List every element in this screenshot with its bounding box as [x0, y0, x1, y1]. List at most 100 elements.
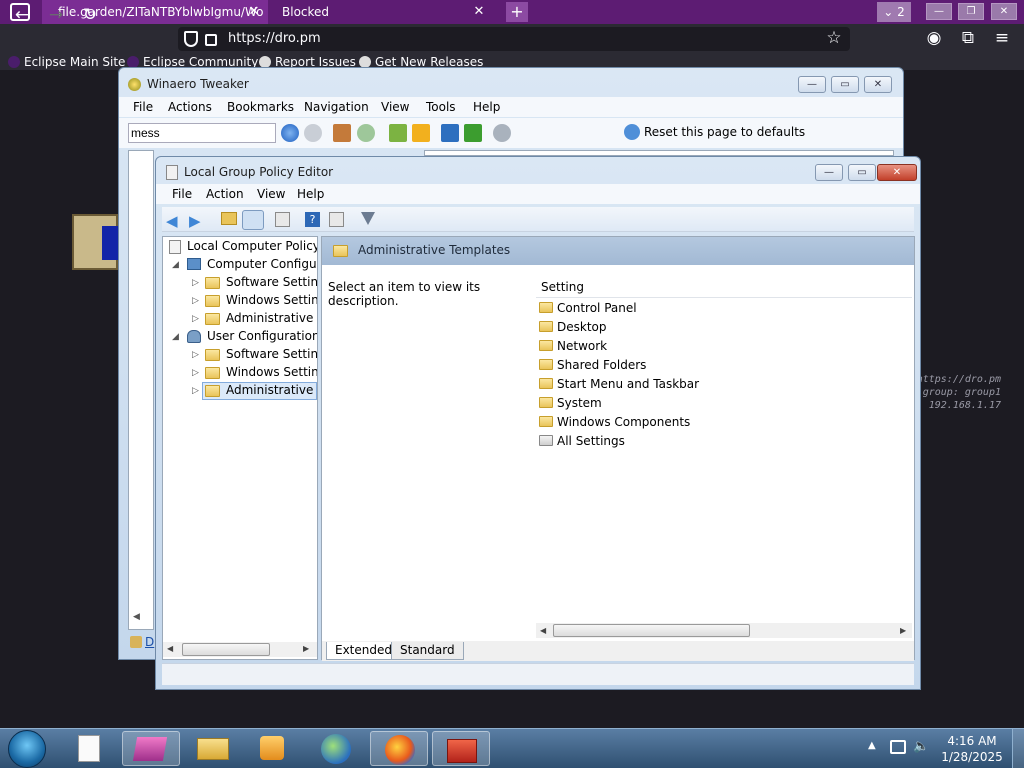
apply-checkmark-icon[interactable] — [464, 124, 482, 142]
taskbar-browser-globe-icon[interactable] — [306, 731, 364, 766]
gpedit-menu-file[interactable]: File — [172, 184, 192, 204]
setting-system[interactable]: System — [539, 395, 602, 412]
reload-icon[interactable]: ↻ — [79, 4, 101, 26]
tab-extended[interactable]: Extended — [326, 642, 401, 660]
tab-overflow-button[interactable]: ⌄ 2 — [877, 2, 911, 22]
expand-arrow-icon[interactable]: ▷ — [192, 292, 199, 310]
setting-start-menu-and-taskbar[interactable]: Start Menu and Taskbar — [539, 376, 699, 393]
tab-standard[interactable]: Standard — [391, 642, 464, 660]
scroll-left-icon[interactable]: ◀ — [167, 644, 173, 653]
shield-icon[interactable] — [184, 31, 198, 47]
gpedit-close-button[interactable]: ✕ — [877, 164, 917, 181]
gpedit-menu-help[interactable]: Help — [297, 184, 324, 204]
show-desktop-button[interactable] — [1012, 729, 1024, 768]
setting-windows-components[interactable]: Windows Components — [539, 414, 690, 431]
start-button[interactable] — [8, 730, 46, 768]
collapse-arrow-icon[interactable]: ◢ — [172, 256, 179, 274]
star-icon[interactable] — [412, 124, 430, 142]
winaero-menu-file[interactable]: File — [133, 97, 153, 117]
bookmark-eclipse-main-site[interactable]: Eclipse Main Site — [8, 54, 125, 70]
gpedit-minimize-button[interactable]: — — [815, 164, 843, 181]
scroll-right-icon[interactable]: ▶ — [900, 626, 906, 635]
tree-item-software-settings[interactable]: Software Settings — [226, 345, 317, 363]
forward-icon[interactable]: ▶ — [189, 212, 201, 230]
taskbar-app-pink-icon[interactable] — [122, 731, 180, 766]
expand-arrow-icon[interactable]: ▷ — [192, 382, 199, 400]
forward-icon[interactable] — [304, 124, 322, 142]
winaero-menu-actions[interactable]: Actions — [168, 97, 212, 117]
taskbar-media-player-icon[interactable] — [244, 731, 302, 766]
taskbar-winaero-toolbox-icon[interactable] — [432, 731, 490, 766]
close-window-button[interactable]: ✕ — [991, 3, 1017, 20]
properties-icon[interactable] — [329, 212, 344, 227]
refresh-icon[interactable] — [357, 124, 375, 142]
tree-item-windows-settings[interactable]: Windows Setting — [226, 363, 317, 381]
expand-arrow-icon[interactable]: ▷ — [192, 310, 199, 328]
tree-item-computer-configuration[interactable]: Computer Configura — [207, 255, 317, 273]
setting-network[interactable]: Network — [539, 338, 607, 355]
winaero-menu-bookmarks[interactable]: Bookmarks — [227, 97, 294, 117]
close-tab-icon[interactable]: ✕ — [245, 0, 263, 24]
setting-control-panel[interactable]: Control Panel — [539, 300, 637, 317]
extensions-icon[interactable]: ⧉ — [957, 27, 979, 49]
winaero-search-input[interactable] — [128, 123, 276, 143]
setting-desktop[interactable]: Desktop — [539, 319, 607, 336]
setting-all-settings[interactable]: All Settings — [539, 433, 625, 450]
winaero-scroll-left-icon[interactable]: ◀ — [133, 612, 140, 622]
back-icon[interactable]: ◀ — [166, 212, 178, 230]
winaero-minimize-button[interactable]: — — [798, 76, 826, 93]
winaero-menu-help[interactable]: Help — [473, 97, 500, 117]
scroll-left-icon[interactable]: ◀ — [540, 626, 546, 635]
gear-icon[interactable] — [493, 124, 511, 142]
tree-item-administrative-templates-selected[interactable]: Administrative Te — [226, 381, 317, 399]
volume-muted-icon[interactable]: 🔈 — [913, 739, 929, 754]
tree-scroll-thumb[interactable] — [182, 643, 270, 656]
add-bookmark-icon[interactable] — [389, 124, 407, 142]
reset-icon[interactable] — [624, 124, 640, 140]
expand-arrow-icon[interactable]: ▷ — [192, 346, 199, 364]
lock-icon[interactable] — [205, 34, 217, 46]
winaero-close-button[interactable]: ✕ — [864, 76, 892, 93]
account-icon[interactable]: ◉ — [923, 27, 945, 49]
winaero-maximize-button[interactable]: ▭ — [831, 76, 859, 93]
gpedit-menu-view[interactable]: View — [257, 184, 285, 204]
setting-shared-folders[interactable]: Shared Folders — [539, 357, 646, 374]
back-icon[interactable] — [281, 124, 299, 142]
tree-item-local-computer-policy[interactable]: Local Computer Policy — [187, 237, 317, 255]
help-icon[interactable]: ? — [305, 212, 320, 227]
winaero-menu-navigation[interactable]: Navigation — [304, 97, 369, 117]
menu-hamburger-icon[interactable]: ≡ — [991, 27, 1013, 49]
show-hidden-icons-arrow[interactable]: ▲ — [868, 740, 876, 751]
expand-arrow-icon[interactable]: ▷ — [192, 274, 199, 292]
computer-desktop-icon[interactable] — [72, 200, 118, 280]
collapse-arrow-icon[interactable]: ◢ — [172, 328, 179, 346]
show-hide-tree-icon[interactable] — [242, 210, 264, 230]
tree-item-user-configuration[interactable]: User Configuration — [207, 327, 317, 345]
filter-icon[interactable] — [361, 212, 375, 225]
taskbar-explorer-icon[interactable] — [184, 731, 242, 766]
home-icon[interactable] — [333, 124, 351, 142]
browser-tab-blocked[interactable]: Blocked — [268, 0, 490, 24]
tree-item-administrative-templates[interactable]: Administrative Te — [226, 309, 317, 327]
gpedit-maximize-button[interactable]: ▭ — [848, 164, 876, 181]
shortcut-icon[interactable] — [441, 124, 459, 142]
close-tab-icon[interactable]: ✕ — [470, 0, 488, 24]
taskbar-file-icon[interactable] — [62, 731, 120, 766]
network-icon[interactable] — [890, 740, 906, 754]
tree-item-windows-settings[interactable]: Windows Setting — [226, 291, 317, 309]
system-clock[interactable]: 4:16 AM 1/28/2025 — [940, 733, 1004, 765]
browser-tab-file-garden[interactable]: file.garden/ZITaNTBYblwbIgmu/Wo — [42, 0, 268, 24]
settings-scroll-thumb[interactable] — [553, 624, 750, 637]
back-arrow-icon[interactable]: ← — [11, 4, 33, 26]
up-folder-icon[interactable] — [221, 212, 237, 225]
restore-button[interactable]: ❐ — [958, 3, 984, 20]
winaero-bottom-link[interactable]: D — [145, 635, 154, 649]
gpedit-menu-action[interactable]: Action — [206, 184, 244, 204]
star-bookmark-icon[interactable]: ☆ — [823, 27, 845, 49]
export-list-icon[interactable] — [275, 212, 290, 227]
tree-item-software-settings[interactable]: Software Settings — [226, 273, 317, 291]
reset-page-link[interactable]: Reset this page to defaults — [644, 125, 805, 139]
winaero-menu-tools[interactable]: Tools — [426, 97, 456, 117]
expand-arrow-icon[interactable]: ▷ — [192, 364, 199, 382]
forward-arrow-icon[interactable]: → — [45, 4, 67, 26]
